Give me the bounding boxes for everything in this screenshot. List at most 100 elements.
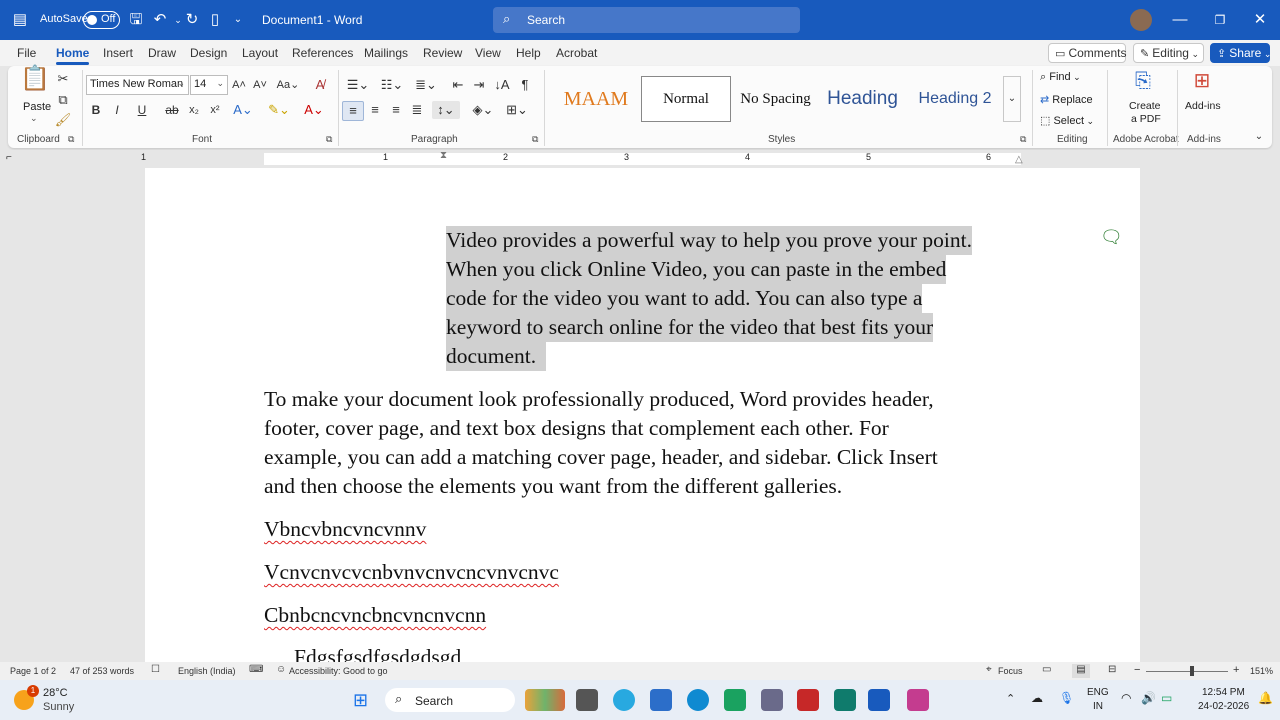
customize-toolbar-icon[interactable]: ⌄ [228, 10, 248, 30]
word-count[interactable]: 47 of 253 words [70, 666, 134, 676]
doc-line[interactable]: example, you can add a matching cover pa… [264, 443, 938, 472]
underline-icon[interactable]: U [130, 101, 154, 119]
numbering-icon[interactable]: ☷⌄ [378, 76, 406, 94]
doc-line[interactable]: code for the video you want to add. You … [446, 284, 923, 314]
read-mode-icon[interactable]: ▭ [1042, 664, 1051, 675]
volume-icon[interactable]: 🔊 [1141, 691, 1156, 705]
align-left-icon[interactable]: ≡ [342, 101, 364, 121]
tab-file[interactable]: File [17, 46, 36, 60]
pilcrow-icon[interactable]: ¶ [516, 76, 534, 94]
align-right-icon[interactable]: ≡ [387, 101, 405, 119]
increase-indent-icon[interactable]: ⇥ [470, 76, 488, 94]
tab-review[interactable]: Review [423, 46, 462, 60]
document-page[interactable]: Video provides a powerful way to help yo… [145, 168, 1140, 663]
paragraph-launcher-icon[interactable]: ⧉ [532, 134, 538, 145]
right-indent-marker-icon[interactable]: △ [1015, 154, 1023, 165]
search-box[interactable]: ⌕ Search [493, 7, 800, 33]
word-taskbar-icon[interactable] [868, 689, 890, 711]
cut-icon[interactable]: ✂ [54, 70, 72, 88]
windows-start-icon[interactable]: ⊞ [353, 690, 373, 710]
font-name-combo[interactable]: Times New Roman ⌄ [86, 75, 189, 95]
print-layout-icon[interactable]: ▤ [1072, 664, 1090, 678]
tab-help[interactable]: Help [516, 46, 541, 60]
zoom-slider[interactable] [1146, 671, 1228, 672]
copilot-icon[interactable] [613, 689, 635, 711]
comment-marker-icon[interactable]: 🗨 [1100, 227, 1123, 248]
download-app-icon[interactable] [724, 689, 746, 711]
tab-mailings[interactable]: Mailings [364, 46, 408, 60]
proofing-icon[interactable]: ☐ [151, 664, 160, 675]
doc-line[interactable]: Vbncvbncvncvnnv [264, 515, 426, 544]
acrobat-icon[interactable] [797, 689, 819, 711]
weather-condition[interactable]: Sunny [43, 701, 74, 713]
onedrive-icon[interactable]: ☁ [1031, 691, 1043, 705]
undo-icon[interactable]: ↶ [150, 10, 170, 30]
create-pdf-label-2[interactable]: a PDF [1131, 113, 1161, 125]
doc-line[interactable]: Cbnbcncvncbncvncnvcnn [264, 601, 486, 630]
subscript-icon[interactable]: x₂ [186, 101, 202, 119]
doc-line[interactable]: Fdgsfgsdfgsdgdsgd [294, 643, 461, 663]
style-heading[interactable]: Heading [820, 76, 905, 122]
wifi-icon[interactable]: ◠ [1121, 691, 1131, 705]
language-region[interactable]: IN [1093, 701, 1103, 712]
italic-icon[interactable]: I [109, 101, 125, 119]
zoom-out-icon[interactable]: − [1134, 664, 1140, 676]
font-launcher-icon[interactable]: ⧉ [326, 134, 332, 145]
microphone-icon[interactable]: 🎙 [1059, 691, 1074, 705]
shrink-font-icon[interactable]: A˅ [252, 76, 268, 94]
battery-icon[interactable]: ▭ [1161, 691, 1172, 705]
horizontal-ruler[interactable]: ⌐ 1 1 2 3 4 5 6 ⧗ △ [0, 150, 1280, 168]
justify-icon[interactable]: ≣ [408, 101, 426, 119]
language-code[interactable]: ENG [1087, 687, 1109, 698]
replace-button[interactable]: ⇄ Replace [1040, 93, 1093, 106]
line-spacing-icon[interactable]: ↕⌄ [432, 101, 460, 119]
editing-mode-button[interactable]: ✎ Editing ⌄ [1133, 43, 1204, 63]
new-document-icon[interactable]: ▯ [205, 10, 225, 30]
font-size-combo[interactable]: 14 ⌄ [190, 75, 228, 95]
format-painter-icon[interactable]: 🖌 [54, 111, 72, 129]
sort-icon[interactable]: ↓A [493, 76, 511, 94]
tab-design[interactable]: Design [190, 46, 227, 60]
doc-line[interactable]: Video provides a powerful way to help yo… [446, 226, 972, 256]
clear-formatting-icon[interactable]: A̸ [311, 76, 329, 94]
style-heading-2[interactable]: Heading 2 [910, 76, 1000, 122]
style-maam[interactable]: MAAM [552, 76, 640, 122]
snipping-tool-icon[interactable] [907, 689, 929, 711]
show-hidden-icons-icon[interactable]: ⌃ [1006, 692, 1015, 705]
temperature[interactable]: 28°C [43, 687, 68, 699]
accessibility-status[interactable]: Accessibility: Good to go [289, 666, 388, 676]
style-normal[interactable]: Normal [641, 76, 731, 122]
superscript-icon[interactable]: x² [207, 101, 223, 119]
find-button[interactable]: ⌕ Find ⌄ [1040, 71, 1081, 84]
redo-icon[interactable]: ↻ [182, 10, 202, 30]
doc-line[interactable]: To make your document look professionall… [264, 385, 934, 414]
close-icon[interactable]: ✕ [1250, 10, 1270, 30]
minimize-icon[interactable]: — [1170, 10, 1190, 30]
multilevel-list-icon[interactable]: ≣⌄ [412, 76, 440, 94]
task-view-icon[interactable] [576, 689, 598, 711]
clock-time[interactable]: 12:54 PM [1202, 687, 1245, 698]
tab-references[interactable]: References [292, 46, 353, 60]
clock-date[interactable]: 24-02-2026 [1198, 701, 1249, 712]
doc-line[interactable]: keyword to search online for the video t… [446, 313, 934, 343]
align-center-icon[interactable]: ≡ [366, 101, 384, 119]
zoom-slider-thumb[interactable] [1190, 666, 1194, 676]
widgets-icon[interactable] [525, 689, 565, 711]
doc-line[interactable]: and then choose the elements you want fr… [264, 472, 842, 501]
tab-insert[interactable]: Insert [103, 46, 133, 60]
highlight-icon[interactable]: ✎⌄ [265, 101, 293, 119]
user-avatar[interactable] [1130, 9, 1152, 31]
bold-icon[interactable]: B [88, 101, 104, 119]
notification-bell-icon[interactable]: 🔔 [1258, 691, 1273, 705]
doc-line[interactable]: Vcnvcnvcvcnbvnvcnvcncvnvcnvc [264, 558, 559, 587]
styles-more-icon[interactable]: ⌄ [1003, 76, 1021, 122]
grow-font-icon[interactable]: A˄ [231, 76, 247, 94]
change-case-icon[interactable]: Aa⌄ [276, 76, 300, 94]
doc-line[interactable]: When you click Online Video, you can pas… [446, 255, 947, 285]
paste-dropdown-icon[interactable]: ⌄ [30, 113, 38, 124]
edge-icon[interactable] [687, 689, 709, 711]
maximize-icon[interactable]: ❐ [1210, 10, 1230, 30]
save-icon[interactable]: 🖫 [126, 10, 146, 30]
text-predictions-icon[interactable]: ⌨ [249, 664, 263, 675]
addins-icon[interactable]: ⊞ [1190, 71, 1214, 91]
